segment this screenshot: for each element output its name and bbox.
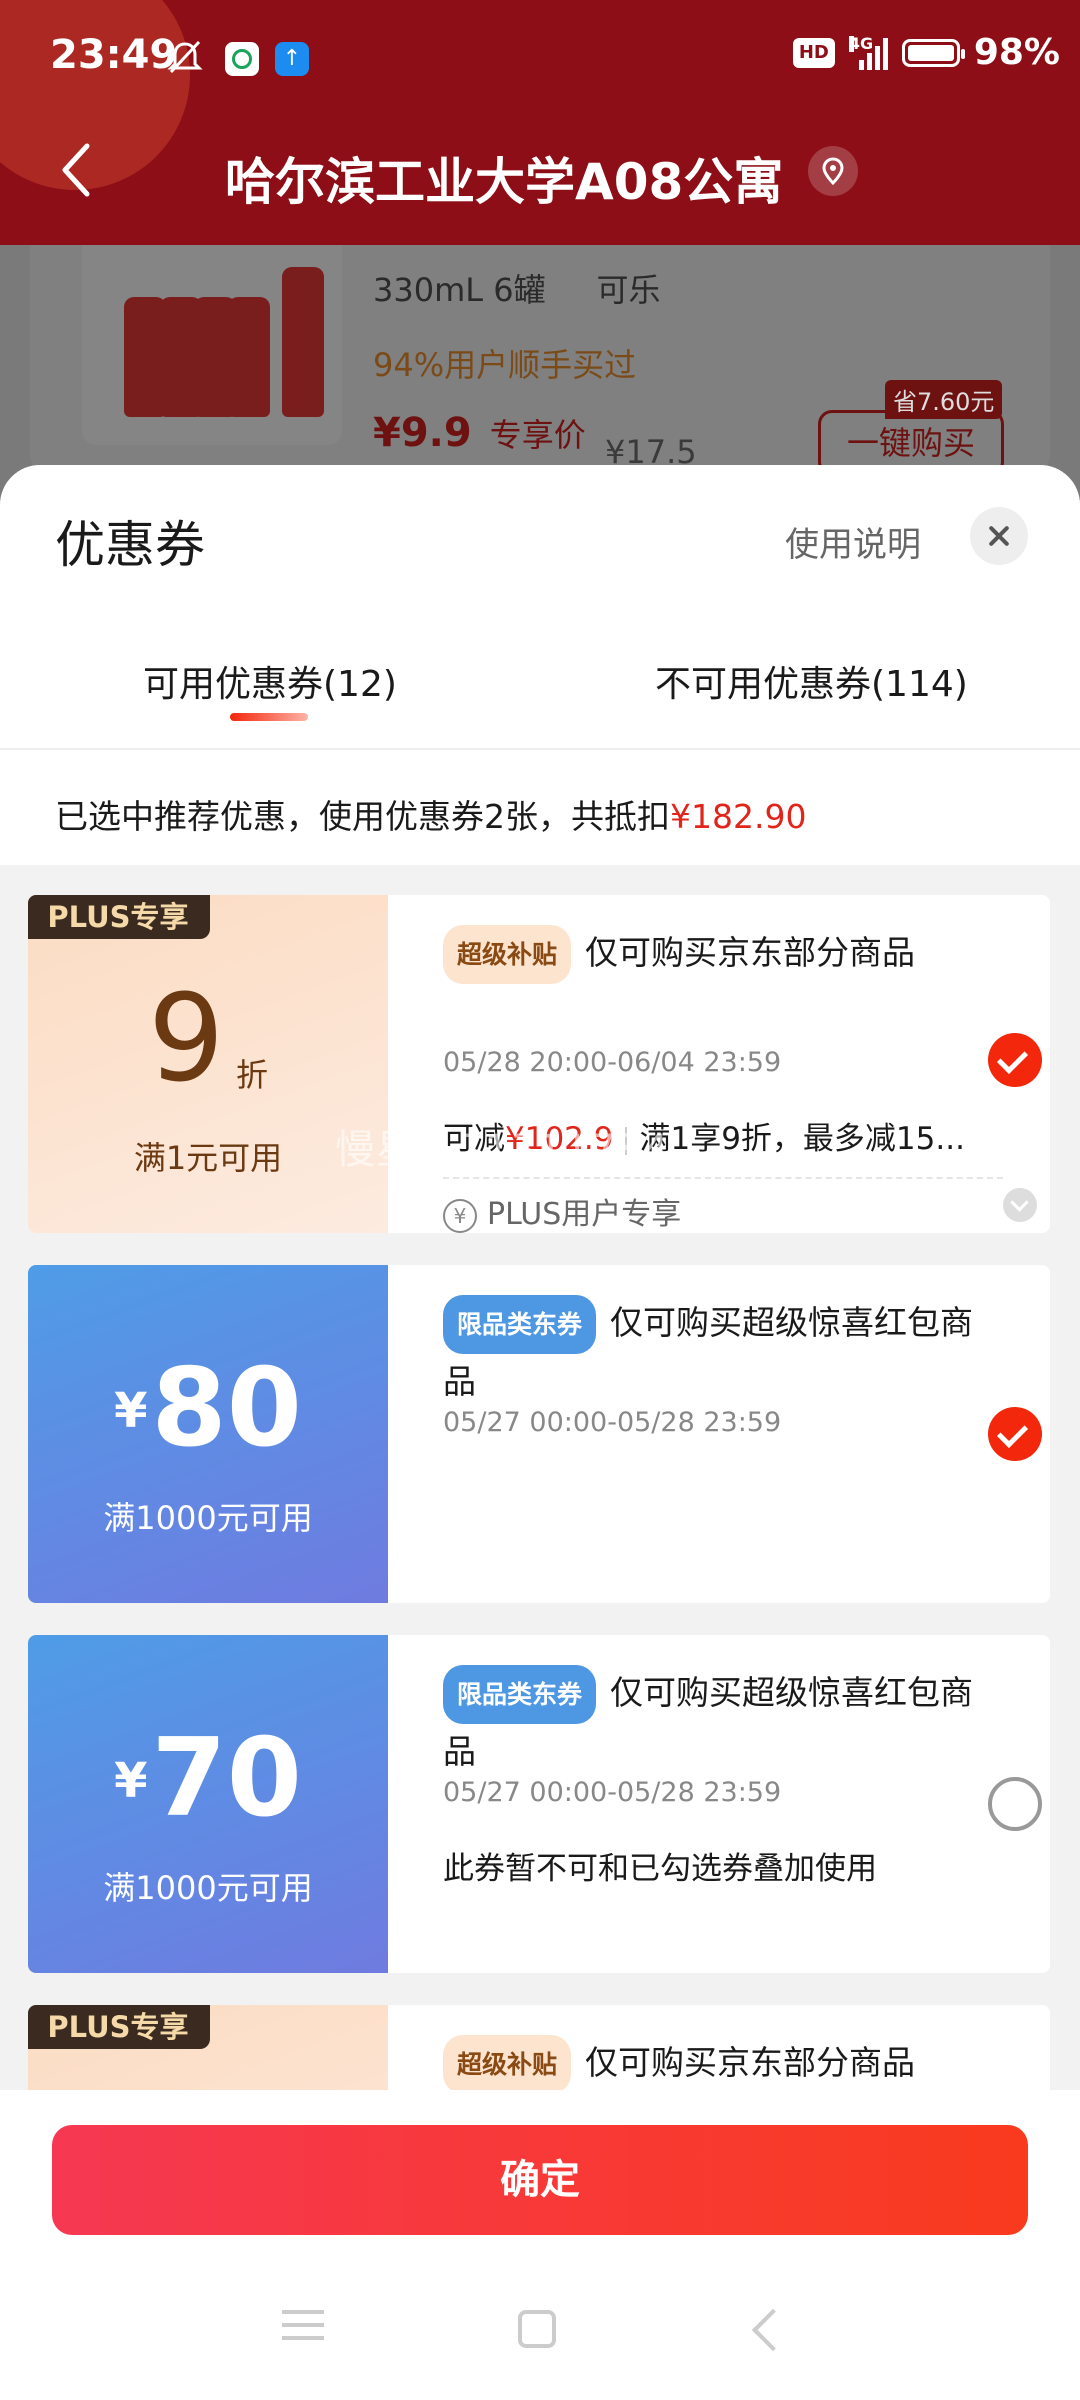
product-spec: 330mL 6罐 可乐 — [373, 271, 661, 309]
plus-exclusive-tag: PLUS专享 — [28, 2005, 210, 2049]
tab-available-coupons[interactable]: 可用优惠券(12) — [143, 655, 397, 707]
page-header-background: 23:49 ↑ HD 4G 98% 哈尔滨工业大学A08公寓 — [0, 0, 1080, 245]
battery-icon — [901, 38, 965, 67]
upload-notification-icon: ↑ — [275, 42, 309, 76]
coupon-amount: ¥70 — [28, 1725, 388, 1833]
status-bar: 23:49 ↑ HD 4G 98% — [0, 0, 1080, 120]
watermark: 慢星人71311784 — [335, 1127, 670, 1173]
back-arrow-icon[interactable] — [55, 140, 95, 200]
sheet-title: 优惠券 — [55, 516, 205, 574]
coupon-checkbox-unchecked[interactable] — [988, 1777, 1042, 1831]
coupon-threshold: 满1000元可用 — [103, 1869, 313, 1907]
home-icon[interactable] — [518, 2310, 556, 2348]
confirm-button[interactable]: 确定 — [52, 2125, 1028, 2235]
coupon-threshold: 满1000元可用 — [103, 1499, 313, 1537]
footer-label: PLUS用户专享 — [487, 1197, 682, 1232]
note-rule: 满1享9折，最多减15... — [639, 1121, 965, 1157]
coupon-value-panel: ¥80 满1000元可用 — [28, 1265, 388, 1603]
selection-summary: 已选中推荐优惠，使用优惠券2张，共抵扣¥182.90 — [0, 750, 1080, 865]
system-back-icon[interactable] — [751, 2308, 795, 2352]
price-label: 专享价 — [489, 416, 586, 454]
plus-exclusive-tag: PLUS专享 — [28, 895, 210, 939]
coupon-info: 限品类东券 仅可购买超级惊喜红包商品 05/27 00:00-05/28 23:5… — [388, 1635, 1050, 1973]
coupon-scope: 仅可购买京东部分商品 — [585, 2043, 916, 2082]
battery-level: 98% — [973, 32, 1060, 73]
app-notification-icon — [225, 42, 259, 76]
location-pin-icon[interactable] — [808, 146, 858, 196]
coupon-type-tag: 超级补贴 — [443, 925, 572, 984]
summary-text: 已选中推荐优惠，使用优惠券2张，共抵扣¥182.90 — [55, 790, 806, 838]
coupon-conflict-note: 此券暂不可和已勾选券叠加使用 — [443, 1851, 877, 1887]
coupon-amount: ¥80 — [28, 1355, 388, 1463]
menu-icon[interactable] — [282, 2310, 324, 2340]
product-price: ¥9.9 专享价 — [373, 410, 586, 456]
coupon-type-tag: 超级补贴 — [443, 2035, 572, 2094]
coupon-validity: 05/27 00:00-05/28 23:59 — [443, 1407, 782, 1438]
mute-bell-icon — [167, 40, 203, 74]
currency-symbol: ¥ — [114, 1383, 148, 1439]
tab-unavailable-coupons[interactable]: 不可用优惠券(114) — [655, 655, 968, 707]
summary-prefix: 已选中推荐优惠，使用优惠券2张，共抵扣 — [55, 797, 670, 836]
close-button[interactable] — [970, 507, 1028, 565]
address-title[interactable]: 哈尔滨工业大学A08公寓 — [225, 142, 783, 214]
amount-value: 70 — [151, 1716, 302, 1841]
coupon-scope: 仅可购买京东部分商品 — [585, 933, 916, 972]
coupon-card[interactable]: ¥70 满1000元可用 限品类东券 仅可购买超级惊喜红包商品 05/27 00:… — [28, 1635, 1050, 1973]
signal-icon: 4G — [848, 33, 888, 70]
coupon-validity: 05/28 20:00-06/04 23:59 — [443, 1047, 782, 1078]
coupon-description: 超级补贴 仅可购买京东部分商品 — [443, 925, 983, 984]
coupon-description: 限品类东券 仅可购买超级惊喜红包商品 — [443, 1665, 983, 1779]
save-tag: 省7.60元 — [885, 380, 1003, 419]
hd-icon: HD — [792, 37, 835, 68]
status-right: HD 4G 98% — [792, 32, 1060, 73]
coupon-footer: ¥ PLUS用户专享 — [443, 1177, 1003, 1233]
product-image — [82, 245, 342, 445]
price-value: ¥9.9 — [373, 410, 472, 456]
coupon-threshold: 满1元可用 — [133, 1139, 283, 1177]
coupon-description: 超级补贴 仅可购买京东部分商品 — [443, 2035, 983, 2094]
coupon-validity: 05/27 00:00-05/28 23:59 — [443, 1777, 782, 1808]
coupon-value-panel: ¥70 满1000元可用 — [28, 1635, 388, 1973]
status-time: 23:49 — [50, 32, 178, 78]
coupon-card[interactable]: ¥80 满1000元可用 限品类东券 仅可购买超级惊喜红包商品 05/27 00:… — [28, 1265, 1050, 1603]
bottom-bar: 确定 — [0, 2090, 1080, 2400]
coupon-description: 限品类东券 仅可购买超级惊喜红包商品 — [443, 1295, 983, 1409]
coupon-type-tag: 限品类东券 — [443, 1295, 597, 1354]
coupon-checkbox-checked[interactable] — [988, 1407, 1042, 1461]
currency-symbol: ¥ — [114, 1753, 148, 1809]
coupon-checkbox-checked[interactable] — [988, 1033, 1042, 1087]
amount-value: 80 — [151, 1346, 302, 1471]
usage-instructions-link[interactable]: 使用说明 — [785, 517, 921, 566]
discount-unit: 折 — [236, 1056, 269, 1094]
coupon-type-tag: 限品类东券 — [443, 1665, 597, 1724]
sheet-header: 优惠券 使用说明 可用优惠券(12) 不可用优惠券(114) — [0, 465, 1080, 750]
summary-amount: ¥182.90 — [670, 797, 807, 836]
expand-chevron-icon[interactable] — [1003, 1188, 1037, 1222]
coupon-card[interactable]: PLUS专享 9 折 满1元可用 超级补贴 仅可购买京东部分商品 05/28 20… — [28, 895, 1050, 1233]
network-type: 4G — [848, 33, 874, 53]
coupon-info: 限品类东券 仅可购买超级惊喜红包商品 05/27 00:00-05/28 23:5… — [388, 1265, 1050, 1603]
product-buy-rate: 94%用户顺手买过 — [373, 346, 637, 384]
yen-icon: ¥ — [443, 1198, 477, 1233]
active-tab-indicator — [230, 713, 308, 721]
coupon-info: 超级补贴 仅可购买京东部分商品 05/28 20:00-06/04 23:59 可… — [388, 895, 1050, 1233]
coupon-value-panel: PLUS专享 9 折 满1元可用 — [28, 895, 388, 1233]
discount-value: 9 — [148, 970, 225, 1109]
